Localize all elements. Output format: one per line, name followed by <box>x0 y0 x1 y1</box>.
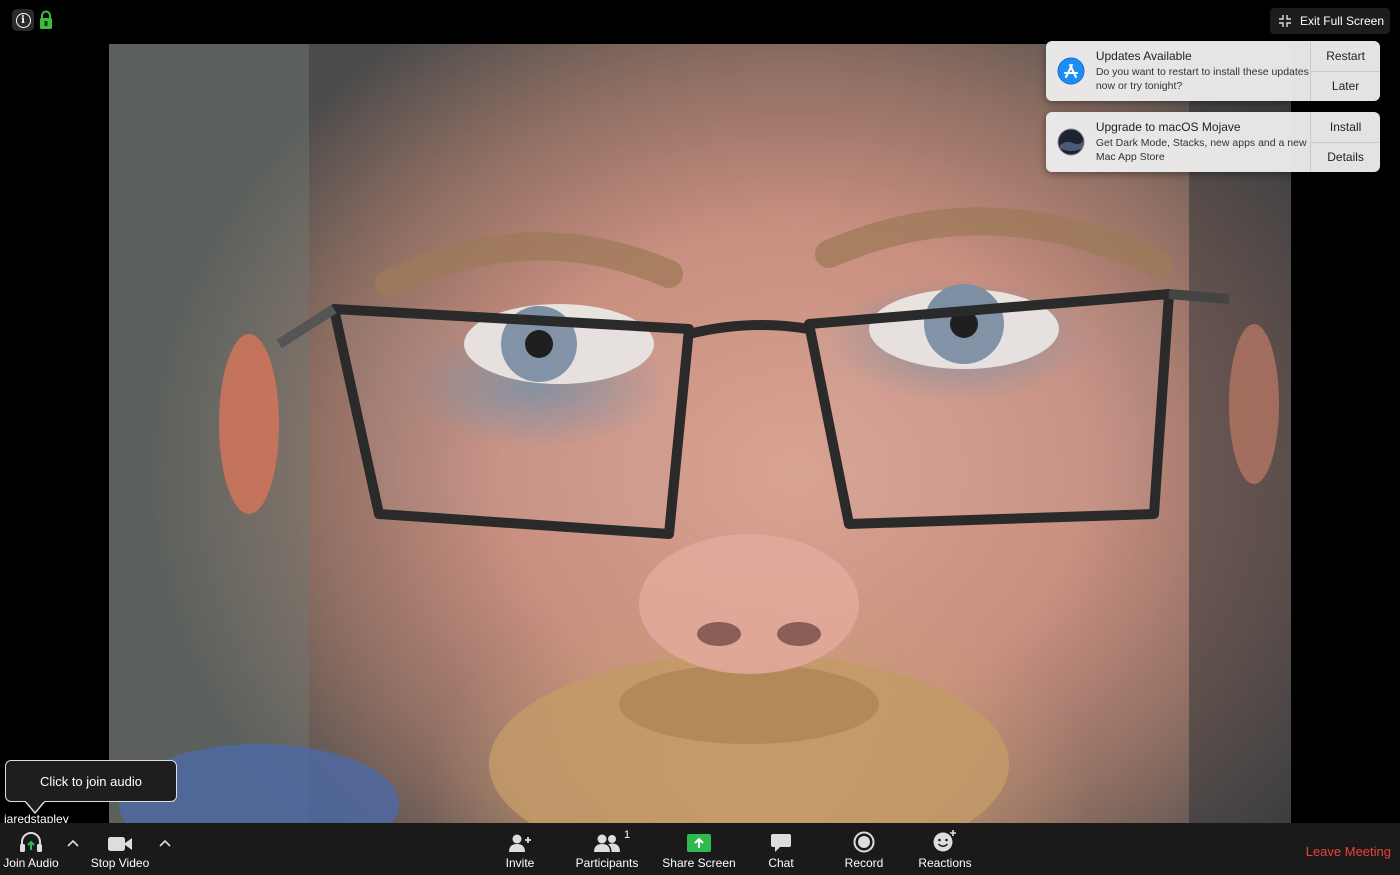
tooltip-text: Click to join audio <box>40 773 142 789</box>
notification-upgrade-mojave[interactable]: Upgrade to macOS Mojave Get Dark Mode, S… <box>1046 112 1380 172</box>
chat-button[interactable]: Chat <box>761 823 801 875</box>
audio-options-caret-icon[interactable] <box>67 839 79 847</box>
participants-label: Participants <box>575 856 639 870</box>
exit-fullscreen-button[interactable]: Exit Full Screen <box>1269 8 1390 34</box>
notification-title: Updates Available <box>1095 49 1192 63</box>
notification-text: Do you want to restart to install these … <box>1095 66 1309 92</box>
stop-video-label: Stop Video <box>90 856 150 870</box>
meeting-info-button[interactable]: i <box>12 9 34 31</box>
smiley-add-icon <box>933 830 956 852</box>
later-button[interactable]: Later <box>1311 72 1380 102</box>
chat-bubble-icon <box>771 834 791 852</box>
restart-button[interactable]: Restart <box>1311 41 1380 72</box>
invite-button[interactable]: Invite <box>496 823 544 875</box>
join-audio-label: Join Audio <box>3 856 59 870</box>
notification-text: Get Dark Mode, Stacks, new apps and a ne… <box>1095 137 1307 163</box>
exit-fullscreen-label: Exit Full Screen <box>1299 14 1384 28</box>
reactions-label: Reactions <box>918 856 972 870</box>
info-icon: i <box>15 12 31 28</box>
participants-count-badge: 1 <box>624 829 631 841</box>
notification-icon-container <box>1046 41 1096 101</box>
encryption-lock-icon[interactable] <box>38 10 54 30</box>
join-audio-tooltip: Click to join audio <box>5 760 177 802</box>
install-button[interactable]: Install <box>1311 112 1380 143</box>
share-screen-icon <box>687 834 711 852</box>
chat-label: Chat <box>768 856 794 870</box>
app-store-icon <box>1057 57 1085 85</box>
macos-mojave-icon <box>1057 128 1085 156</box>
headphones-icon <box>20 832 42 852</box>
participants-icon <box>594 834 620 852</box>
record-icon <box>853 831 875 853</box>
notification-title: Upgrade to macOS Mojave <box>1095 120 1241 134</box>
stop-video-button[interactable]: Stop Video <box>86 823 154 875</box>
join-audio-button[interactable]: Join Audio <box>0 823 62 875</box>
exit-fullscreen-icon <box>1278 15 1291 27</box>
details-button[interactable]: Details <box>1311 143 1380 173</box>
reactions-button[interactable]: Reactions <box>914 823 976 875</box>
add-person-icon <box>509 834 531 852</box>
top-bar: i Exit Full Screen <box>0 0 1400 44</box>
video-camera-icon <box>108 837 132 851</box>
record-label: Record <box>844 856 884 870</box>
record-button[interactable]: Record <box>840 823 888 875</box>
notification-icon-container <box>1046 112 1096 172</box>
leave-meeting-button[interactable]: Leave Meeting <box>1306 844 1391 859</box>
participants-button[interactable]: Participants <box>572 823 642 875</box>
tooltip-arrow-icon <box>25 801 45 815</box>
video-options-caret-icon[interactable] <box>159 839 171 847</box>
invite-label: Invite <box>505 856 535 870</box>
meeting-toolbar: Join Audio Stop Video Invite Participant… <box>0 823 1400 875</box>
share-screen-label: Share Screen <box>662 856 736 870</box>
notification-updates-available[interactable]: Updates Available Do you want to restart… <box>1046 41 1380 101</box>
share-screen-button[interactable]: Share Screen <box>660 823 738 875</box>
